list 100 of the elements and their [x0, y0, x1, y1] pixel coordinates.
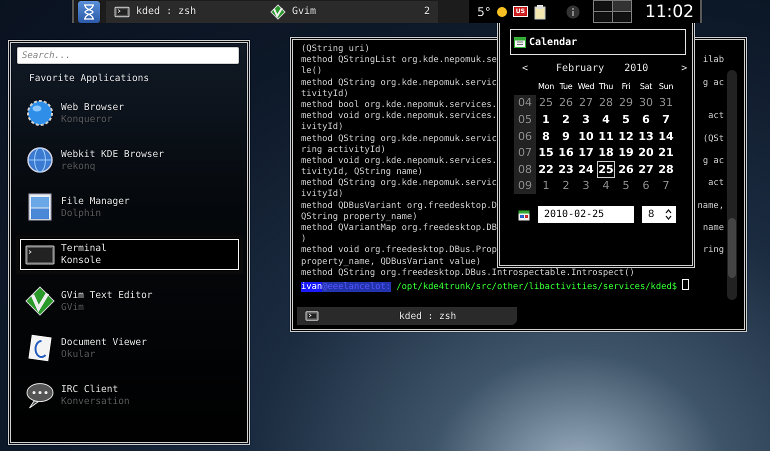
taskbar-task[interactable]: kded : zsh: [106, 0, 262, 22]
calendar-day[interactable]: 7: [656, 112, 676, 127]
clock: 11:02: [644, 2, 695, 22]
terminal-line: ring: [702, 245, 724, 257]
terminal-line: le(): [301, 66, 322, 76]
calendar-day[interactable]: 14: [656, 128, 676, 144]
section-title: Favorite Applications: [29, 73, 150, 84]
calendar-day[interactable]: 5: [616, 178, 636, 194]
app-name: GVim Text Editor: [61, 290, 153, 300]
app-item[interactable]: File Manager Dolphin: [20, 184, 239, 230]
next-month-button[interactable]: >: [681, 62, 688, 74]
calendar-day[interactable]: 28: [596, 95, 616, 110]
calendar-title: Calendar: [529, 36, 578, 48]
date-field[interactable]: 2010-02-25: [538, 206, 634, 224]
calendar-day[interactable]: 2: [556, 178, 576, 194]
calendar-day[interactable]: 19: [616, 145, 636, 160]
app-item[interactable]: GVim Text Editor GVim: [20, 278, 239, 324]
calendar-day[interactable]: 13: [636, 128, 656, 144]
calendar-day[interactable]: 12: [616, 128, 636, 144]
calendar-day[interactable]: 4: [596, 112, 616, 127]
weekday-label: Fri: [620, 82, 632, 91]
app-item[interactable]: Web Browser Konqueror: [20, 90, 239, 136]
calendar-day[interactable]: 16: [556, 145, 576, 160]
weekday-label: Thu: [598, 82, 614, 91]
calendar-day[interactable]: 4: [596, 178, 616, 194]
calendar-day[interactable]: 7: [656, 178, 676, 194]
terminal-line: method void org.kde.nepomuk.services.: [301, 111, 497, 122]
calendar-day[interactable]: 5: [616, 112, 636, 127]
calendar-day[interactable]: 1: [536, 178, 556, 194]
app-item[interactable]: Document Viewer Okular: [20, 325, 239, 371]
terminal-line: method void org.kde.nepomuk.services.: [301, 156, 497, 166]
terminal-line: ilab: [702, 55, 724, 66]
calendar-day[interactable]: 3: [576, 112, 596, 127]
calendar-day[interactable]: 29: [616, 95, 636, 110]
calendar-day[interactable]: 24: [576, 162, 596, 177]
previous-month-button[interactable]: <: [522, 62, 528, 74]
terminal-tab[interactable]: kded : zsh: [399, 310, 456, 322]
calendar-day[interactable]: 31: [656, 95, 676, 110]
terminal-line: name,: [698, 200, 724, 212]
terminal-line: method QString org.freedesktop.DBus.Introspectable.Introspect(): [301, 268, 635, 278]
terminal-line: method bool org.kde.nepomuk.services.: [301, 100, 497, 110]
month-label[interactable]: February: [556, 62, 604, 74]
terminal-line: tivityId): [301, 88, 349, 99]
calendar-day[interactable]: 10: [576, 128, 596, 144]
calendar-day[interactable]: 17: [576, 145, 596, 160]
terminal-line: act: [708, 178, 724, 190]
app-name: Web Browser: [61, 102, 124, 112]
terminal-line: ivityId): [301, 189, 344, 200]
calendar-day[interactable]: 30: [636, 95, 656, 110]
calendar-day[interactable]: 3: [576, 178, 596, 194]
calendar-day[interactable]: 22: [536, 162, 556, 177]
calendar-day[interactable]: 8: [536, 128, 556, 144]
calendar-day[interactable]: 27: [636, 162, 656, 177]
app-subtitle: rekonq: [61, 160, 96, 172]
calendar-day[interactable]: 11: [596, 128, 616, 144]
calendar-day[interactable]: 28: [656, 162, 676, 177]
calendar-day[interactable]: 27: [576, 95, 596, 110]
calendar-day[interactable]: 18: [596, 145, 616, 160]
calendar-day[interactable]: 2: [556, 112, 576, 127]
calendar-day[interactable]: 1: [536, 112, 556, 127]
app-item[interactable]: Webkit KDE Browser rekonq: [20, 137, 239, 183]
task-label: Gvim: [292, 6, 316, 17]
terminal-line: ): [301, 234, 306, 244]
week-spinbox[interactable]: 8: [642, 206, 676, 224]
calendar-day[interactable]: 25: [536, 95, 556, 110]
terminal-line: g ac: [702, 156, 724, 168]
search-field[interactable]: Search...: [17, 47, 239, 64]
week-number: 09: [514, 178, 536, 194]
week-number: 07: [514, 144, 536, 161]
calendar-day[interactable]: 26: [556, 95, 576, 110]
terminal-line: name: [702, 223, 724, 234]
app-subtitle: GVim: [61, 302, 85, 312]
weekday-label: Tue: [558, 82, 574, 91]
terminal-line: method QString org.kde.nepomuk.servic: [301, 178, 497, 188]
weekday-label: Sun: [658, 82, 674, 91]
terminal-line: (QSt: [702, 134, 724, 145]
terminal-line: QString property_name): [301, 212, 418, 222]
app-subtitle: Konsole: [61, 255, 102, 266]
terminal-line: method QString org.kde.nepomuk.servic: [301, 134, 497, 144]
calendar-day[interactable]: 23: [556, 162, 576, 177]
shell-prompt: ivan@eeelancelot: /opt/kde4trunk/src/other/libactivities/services/kded$: [301, 278, 724, 291]
week-number: 08: [514, 160, 536, 178]
calendar-day[interactable]: 6: [636, 112, 656, 127]
app-item[interactable]: IRC Client Konversation: [20, 372, 239, 418]
year-label[interactable]: 2010: [624, 62, 648, 74]
app-name: IRC Client: [61, 384, 120, 394]
weekday-label: Wed: [576, 82, 596, 91]
calendar-day[interactable]: 15: [536, 145, 556, 160]
calendar-day[interactable]: 21: [656, 145, 676, 160]
terminal-line: method QStringList org.kde.nepomuk.se: [301, 55, 497, 66]
calendar-day[interactable]: 25: [597, 160, 615, 178]
terminal-line: method QVariantMap org.freedesktop.DB: [301, 223, 497, 233]
calendar-day[interactable]: 20: [636, 145, 656, 160]
app-subtitle: Dolphin: [61, 208, 102, 218]
calendar-day[interactable]: 6: [636, 178, 656, 194]
calendar-day[interactable]: 9: [556, 128, 576, 144]
week-number: 06: [514, 128, 536, 144]
terminal-line: (QString uri): [301, 44, 370, 54]
calendar-day[interactable]: 26: [616, 162, 636, 177]
taskbar-task[interactable]: Gvim 2: [262, 0, 438, 22]
